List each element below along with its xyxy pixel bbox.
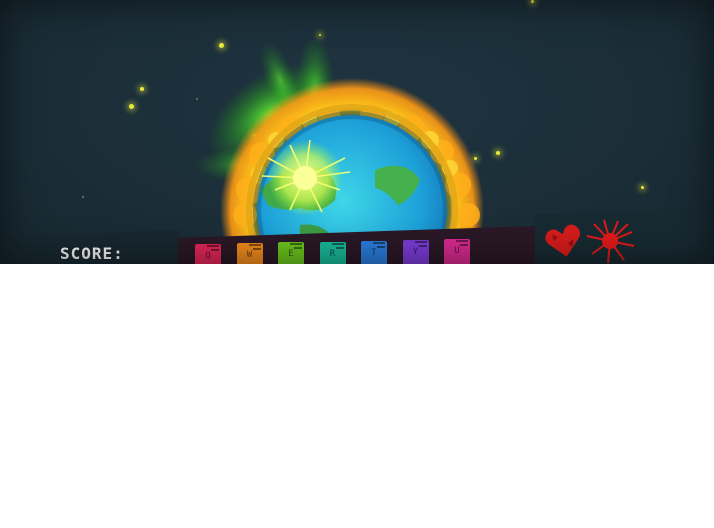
key-label: W — [246, 250, 253, 261]
game-canvas[interactable]: SCORE: Q W E R T Y U — [0, 0, 714, 264]
star — [319, 34, 321, 36]
key-r[interactable]: R — [319, 241, 346, 264]
key-stripe — [456, 240, 468, 243]
key-label: T — [371, 247, 377, 258]
key-stripe — [331, 242, 344, 245]
star — [531, 0, 534, 3]
star — [82, 196, 84, 198]
key-label: Y — [412, 247, 419, 257]
key-q[interactable]: Q — [195, 244, 221, 264]
key-label: E — [288, 249, 294, 260]
key-e[interactable]: E — [278, 242, 304, 264]
burst-icon — [586, 219, 635, 264]
score-label: SCORE: — [60, 244, 124, 263]
key-stripe — [248, 244, 261, 247]
star — [641, 186, 644, 189]
star — [140, 87, 144, 91]
key-t[interactable]: T — [361, 240, 387, 264]
star — [129, 104, 134, 109]
key-label: Q — [205, 251, 211, 261]
key-w[interactable]: W — [236, 243, 263, 264]
key-u[interactable]: U — [444, 239, 470, 264]
key-label: R — [329, 248, 336, 259]
key-stripe — [373, 241, 385, 244]
key-label: U — [454, 246, 460, 257]
key-stripe — [290, 243, 302, 246]
score-panel: SCORE: — [0, 230, 178, 264]
heart-icon — [545, 224, 581, 257]
key-y[interactable]: Y — [402, 240, 429, 264]
key-stripe — [414, 241, 427, 243]
key-stripe — [207, 245, 219, 247]
